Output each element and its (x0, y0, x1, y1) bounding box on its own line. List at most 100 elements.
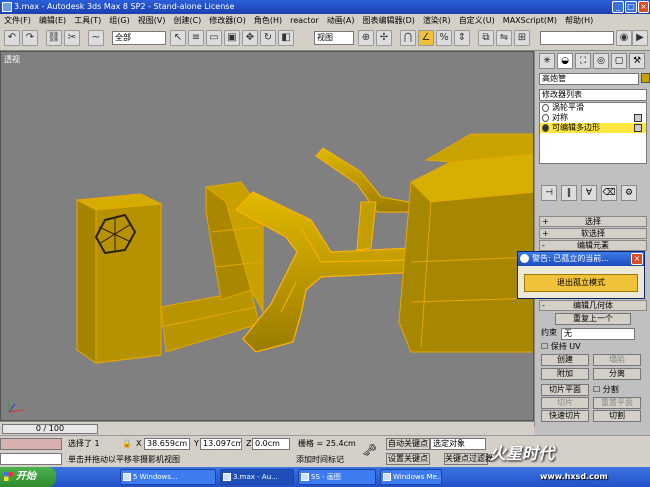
start-button[interactable]: 开始 (0, 467, 56, 487)
named-selection-sets-dropdown[interactable] (540, 31, 614, 45)
split-checkbox[interactable]: ☐ 分割 (593, 384, 619, 396)
object-name-field[interactable]: 高炮管 (539, 73, 639, 85)
task-windows-explorer[interactable]: 5 Windows... (120, 469, 216, 485)
lock-selection-icon[interactable]: 🔒 (122, 438, 132, 450)
maxscript-listener[interactable] (0, 438, 62, 450)
mirror-icon[interactable]: ⇋ (496, 30, 512, 46)
collapse-button[interactable]: 塌陷 (593, 354, 641, 366)
menu-customize[interactable]: 自定义(U) (455, 14, 499, 27)
menu-graph-editors[interactable]: 图表编辑器(D) (358, 14, 418, 27)
menu-reactor[interactable]: reactor (286, 14, 323, 27)
detach-button[interactable]: 分离 (593, 368, 641, 380)
time-slider[interactable]: 0 / 100 (2, 424, 98, 434)
rollout-edit-geometry[interactable]: - 编辑几何体 (539, 300, 647, 311)
preserve-uv-checkbox[interactable]: ☐ 保持 UV (541, 341, 581, 353)
constraint-dropdown[interactable]: 无 (561, 328, 635, 340)
menu-help[interactable]: 帮助(H) (561, 14, 597, 27)
key-icon[interactable]: 🗝 (362, 444, 377, 456)
task-windows-messenger[interactable]: Windows Me... (380, 469, 442, 485)
bulb-icon[interactable] (542, 104, 549, 112)
stack-item-turbosmooth[interactable]: 涡轮平滑 (540, 103, 646, 113)
modifier-list-dropdown[interactable]: 修改器列表 (539, 89, 647, 101)
key-filters-button[interactable]: 关键点过滤器 (444, 453, 493, 465)
close-button[interactable]: × (638, 1, 649, 13)
reference-coord-dropdown[interactable]: 视图 (314, 31, 354, 45)
y-coordinate-field[interactable]: 13.097cm (200, 438, 242, 450)
menu-character[interactable]: 角色(H) (250, 14, 286, 27)
redo-icon[interactable]: ↷ (22, 30, 38, 46)
rollout-selection[interactable]: + 选择 (539, 216, 647, 227)
window-crossing-icon[interactable]: ▣ (224, 30, 240, 46)
add-time-tag[interactable]: 添加时间标记 (296, 454, 344, 466)
create-tab-icon[interactable]: ✳ (539, 53, 555, 69)
object-color-swatch[interactable] (641, 73, 650, 83)
display-tab-icon[interactable]: ▢ (611, 53, 627, 69)
menu-maxscript[interactable]: MAXScript(M) (499, 14, 561, 27)
make-unique-icon[interactable]: ∀ (581, 185, 597, 201)
pin-icon[interactable] (634, 124, 642, 132)
quickslice-button[interactable]: 快速切片 (541, 410, 589, 422)
stack-item-symmetry[interactable]: 对称 (540, 113, 646, 123)
link-icon[interactable]: ⛓ (46, 30, 62, 46)
rollout-soft-selection[interactable]: + 软选择 (539, 228, 647, 239)
maximize-button[interactable]: □ (625, 1, 637, 13)
menu-views[interactable]: 视图(V) (134, 14, 170, 27)
spinner-snap-icon[interactable]: ⇕ (454, 30, 470, 46)
remove-modifier-icon[interactable]: ⌫ (601, 185, 617, 201)
snap-toggle-icon[interactable]: ⋂ (400, 30, 416, 46)
x-coordinate-field[interactable]: 38.659cm (144, 438, 190, 450)
align-icon[interactable]: ⊞ (514, 30, 530, 46)
maxscript-mini-listener[interactable] (0, 453, 62, 465)
utilities-tab-icon[interactable]: ⚒ (629, 53, 645, 69)
pin-icon[interactable] (634, 114, 642, 122)
auto-key-button[interactable]: 自动关键点 (386, 438, 430, 450)
create-button[interactable]: 创建 (541, 354, 589, 366)
slice-plane-button[interactable]: 切片平面 (541, 384, 589, 396)
select-move-icon[interactable]: ✥ (242, 30, 258, 46)
cut-button[interactable]: 切割 (593, 410, 641, 422)
exit-isolation-button[interactable]: 退出孤立模式 (524, 274, 638, 292)
stack-item-editable-poly[interactable]: 可编辑多边形 (540, 123, 646, 133)
perspective-viewport[interactable]: 透视 (0, 51, 534, 421)
undo-icon[interactable]: ↶ (4, 30, 20, 46)
select-manipulate-icon[interactable]: ✢ (376, 30, 392, 46)
render-icon[interactable]: ▶ (632, 30, 648, 46)
set-key-button[interactable]: 设置关键点 (386, 453, 430, 465)
bulb-icon[interactable] (542, 114, 549, 122)
menu-tools[interactable]: 工具(T) (70, 14, 105, 27)
hierarchy-tab-icon[interactable]: ⛶ (575, 53, 591, 69)
menu-create[interactable]: 创建(C) (169, 14, 205, 27)
rect-selection-icon[interactable]: ▭ (206, 30, 222, 46)
menu-group[interactable]: 组(G) (105, 14, 133, 27)
select-object-icon[interactable]: ↖ (170, 30, 186, 46)
z-coordinate-field[interactable]: 0.0cm (252, 438, 290, 450)
menu-file[interactable]: 文件(F) (0, 14, 35, 27)
reset-plane-button[interactable]: 重置平面 (593, 397, 641, 409)
key-mode-dropdown[interactable]: 选定对象 (430, 438, 486, 450)
minimize-button[interactable]: _ (612, 1, 624, 13)
menu-modifiers[interactable]: 修改器(O) (205, 14, 250, 27)
motion-tab-icon[interactable]: ◎ (593, 53, 609, 69)
select-by-name-icon[interactable]: ≡ (188, 30, 204, 46)
bind-space-warp-icon[interactable]: ~ (88, 30, 104, 46)
select-scale-icon[interactable]: ◧ (278, 30, 294, 46)
selection-filter-dropdown[interactable]: 全部 (112, 31, 166, 45)
bulb-icon[interactable] (542, 124, 549, 132)
pin-stack-icon[interactable]: ⊣ (541, 185, 557, 201)
dialog-close-button[interactable]: × (631, 253, 643, 265)
pivot-center-icon[interactable]: ⊕ (358, 30, 374, 46)
menu-rendering[interactable]: 渲染(R) (419, 14, 455, 27)
select-rotate-icon[interactable]: ↻ (260, 30, 276, 46)
attach-button[interactable]: 附加 (541, 368, 589, 380)
menu-animation[interactable]: 动画(A) (323, 14, 359, 27)
configure-sets-icon[interactable]: ⚙ (621, 185, 637, 201)
modify-tab-icon[interactable]: ◒ (557, 53, 573, 69)
unlink-icon[interactable]: ✂ (64, 30, 80, 46)
task-3dsmax[interactable]: 3.max - Au... (220, 469, 294, 485)
slice-button[interactable]: 切片 (541, 397, 589, 409)
task-paint[interactable]: SS - 画图 (298, 469, 376, 485)
menu-edit[interactable]: 编辑(E) (35, 14, 70, 27)
named-selection-icon[interactable]: ⧉ (478, 30, 494, 46)
rollout-edit-elements[interactable]: - 编辑元素 (539, 240, 647, 251)
material-editor-icon[interactable]: ◉ (616, 30, 632, 46)
